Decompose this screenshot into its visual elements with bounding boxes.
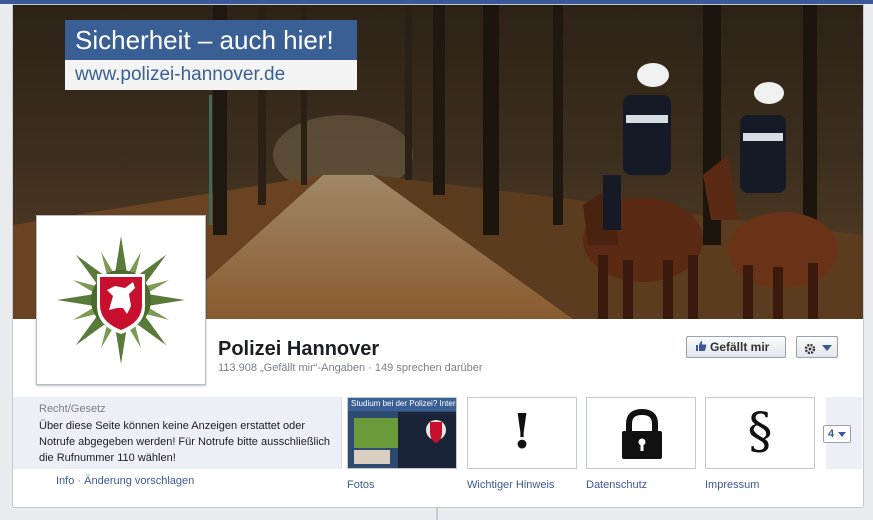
app-tile-privacy[interactable] xyxy=(586,397,696,469)
app-label-important-notice[interactable]: Wichtiger Hinweis xyxy=(467,479,554,491)
page-header-card: Sicherheit – auch hier! www.polizei-hann… xyxy=(12,4,864,508)
about-section: Recht/Gesetz Über diese Seite können kei… xyxy=(13,397,342,469)
exclamation-icon: ! xyxy=(511,404,533,460)
lock-icon xyxy=(622,408,662,459)
about-links: Info · Änderung vorschlagen xyxy=(56,475,195,487)
suggest-edit-link[interactable]: Änderung vorschlagen xyxy=(84,475,194,487)
police-star-crest-icon xyxy=(57,236,185,364)
app-label-photos[interactable]: Fotos xyxy=(347,479,375,491)
page-stats: 113.908 „Gefällt mir“-Angaben · 149 spre… xyxy=(218,362,483,374)
app-tile-important-notice[interactable]: ! xyxy=(467,397,577,469)
photos-thumbnail-caption: Studium bei der Polizei? Interessi xyxy=(351,399,456,408)
settings-dropdown-button[interactable] xyxy=(796,336,838,358)
profile-picture[interactable] xyxy=(36,215,206,385)
page-title[interactable]: Polizei Hannover xyxy=(218,338,379,361)
gear-icon xyxy=(804,341,816,355)
thumbs-up-icon xyxy=(695,338,707,351)
cover-banner-title: Sicherheit – auch hier! xyxy=(65,20,357,60)
like-button[interactable]: Gefällt mir xyxy=(686,336,786,358)
app-tile-photos[interactable]: Studium bei der Polizei? Interessi xyxy=(347,397,457,469)
info-link[interactable]: Info xyxy=(56,475,74,487)
app-label-imprint[interactable]: Impressum xyxy=(705,479,759,491)
page-category: Recht/Gesetz xyxy=(39,403,106,415)
chevron-down-icon xyxy=(838,432,846,437)
more-apps-count: 4 xyxy=(828,428,835,440)
more-apps-button[interactable]: 4 xyxy=(823,425,851,443)
section-sign-icon: § xyxy=(747,402,773,460)
like-button-label: Gefällt mir xyxy=(710,340,770,354)
chevron-down-icon xyxy=(822,345,832,351)
app-tile-imprint[interactable]: § xyxy=(705,397,815,469)
photos-thumbnail xyxy=(348,398,456,468)
app-label-privacy[interactable]: Datenschutz xyxy=(586,479,647,491)
page-description: Über diese Seite können keine Anzeigen e… xyxy=(39,420,331,464)
cover-banner-url: www.polizei-hannover.de xyxy=(65,60,357,90)
column-divider xyxy=(436,507,438,520)
